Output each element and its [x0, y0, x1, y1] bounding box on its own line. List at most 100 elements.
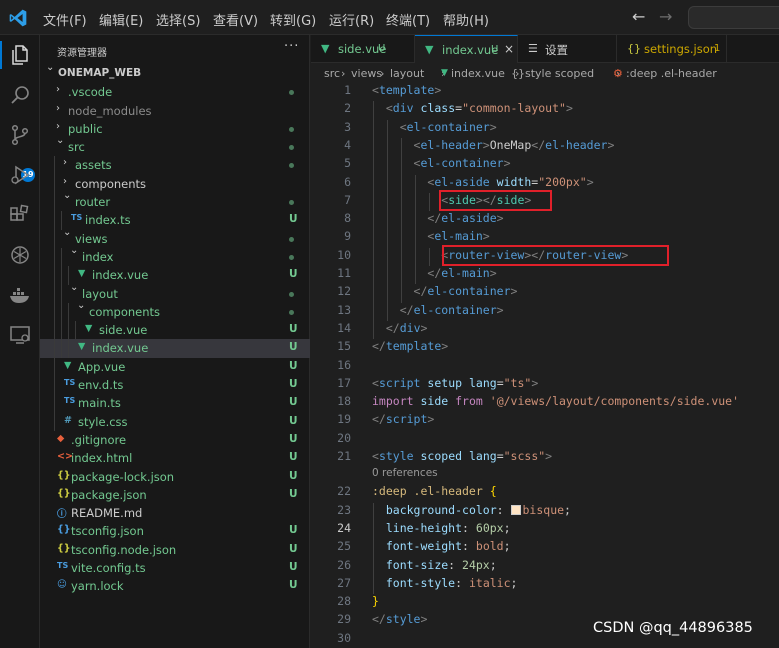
more-actions-icon[interactable]: ··· [284, 39, 299, 54]
chevron-right-icon[interactable]: › [56, 103, 60, 114]
tree-item[interactable]: ▼ index.vue U [40, 339, 310, 358]
git-untracked-flag: U [289, 432, 298, 445]
tree-item[interactable]: ⌄ src [40, 135, 310, 156]
run-debug-icon[interactable] [8, 163, 32, 187]
tree-item[interactable]: › components [40, 174, 310, 194]
breadcrumb-item[interactable]: index.vue [451, 67, 505, 80]
tree-item[interactable]: ☺ yarn.lock U [40, 577, 310, 595]
menu-item[interactable]: 转到(G) [270, 10, 316, 29]
settings-icon: ☰ [528, 42, 538, 55]
tree-item[interactable]: ▼ App.vue U [40, 357, 310, 377]
tree-item[interactable]: ⓘ README.md [40, 504, 310, 522]
menu-item[interactable]: 文件(F) [43, 10, 87, 29]
tree-item[interactable]: <> index.html U [40, 449, 310, 467]
command-center-search[interactable] [688, 6, 779, 29]
breadcrumb-item[interactable]: views [351, 67, 382, 80]
tree-item[interactable]: › .vscode [40, 83, 310, 101]
chevron-down-icon[interactable]: ⌄ [70, 282, 78, 293]
code-token: : [448, 557, 463, 572]
tree-item[interactable]: {} tsconfig.json U [40, 522, 310, 540]
tree-item-label: package.json [71, 487, 147, 502]
breadcrumb-item[interactable]: :deep .el-header [626, 67, 717, 80]
tree-item[interactable]: TS vite.config.ts U [40, 559, 310, 577]
color-swatch[interactable] [510, 504, 521, 515]
editor-tab[interactable]: {} settings.json 1 [617, 35, 727, 63]
tree-item[interactable]: # style.css U [40, 412, 310, 431]
tree-item[interactable]: TS index.ts U [40, 211, 310, 230]
indent-guide [61, 339, 62, 358]
breadcrumb-item[interactable]: layout [390, 67, 424, 80]
chevron-down-icon[interactable]: ⌄ [63, 227, 71, 238]
source-control-icon[interactable] [8, 123, 32, 147]
tree-item[interactable]: ⌄ router [40, 190, 310, 212]
tree-item[interactable]: {} package-lock.json U [40, 468, 310, 486]
docker-icon[interactable] [8, 283, 32, 307]
file-tree: ⌄ ONEMAP_WEB › .vscode › node_modules › public ⌄… [40, 62, 310, 596]
code-token: "common-layout" [462, 101, 566, 116]
files-icon[interactable] [8, 43, 32, 67]
editor-tab[interactable]: ▼ index.vue U × [415, 35, 518, 63]
tree-item[interactable]: ◆ .gitignore U [40, 431, 310, 449]
indent-guide [54, 174, 55, 194]
menu-item[interactable]: 选择(S) [156, 10, 200, 29]
menu-item[interactable]: 运行(R) [329, 10, 374, 29]
code-token: </ [372, 612, 386, 627]
tree-item[interactable]: TS env.d.ts U [40, 376, 310, 395]
git-untracked-flag: U [289, 561, 298, 574]
code-token: font-size [385, 557, 449, 572]
codelens-references[interactable]: 0 references [372, 467, 438, 479]
tree-item[interactable]: ▼ side.vue U [40, 321, 310, 340]
code-token: > [427, 412, 435, 427]
code-line: </script> [372, 412, 434, 426]
tree-item[interactable]: ▼ index.vue U [40, 266, 310, 285]
chevron-down-icon[interactable]: ⌄ [77, 300, 85, 311]
indent-guide [61, 321, 62, 340]
chevron-right-icon[interactable]: › [63, 176, 67, 187]
chatgpt-icon[interactable] [8, 243, 32, 267]
breadcrumb-item[interactable]: style scoped [525, 67, 594, 80]
menu-item[interactable]: 帮助(H) [443, 10, 489, 29]
project-root[interactable]: ⌄ ONEMAP_WEB [40, 62, 310, 83]
chevron-right-icon[interactable]: › [56, 121, 60, 132]
line-number: 8 [344, 211, 351, 226]
chevron-down-icon[interactable]: ⌄ [46, 62, 54, 73]
code-token: </ [427, 266, 442, 280]
git-untracked-flag: U [289, 487, 298, 500]
code-token: lang [468, 449, 497, 463]
tree-item[interactable]: TS main.ts U [40, 394, 310, 413]
code-token: </ [413, 284, 428, 299]
chevron-right-icon[interactable]: › [56, 84, 60, 95]
git-untracked-flag: U [289, 469, 298, 482]
arrow-left-icon[interactable]: ← [632, 7, 645, 26]
chevron-down-icon[interactable]: ⌄ [56, 135, 64, 146]
chevron-down-icon[interactable]: ⌄ [70, 245, 78, 256]
git-untracked-flag: U [289, 213, 298, 226]
code-token: template [385, 339, 442, 354]
menu-item[interactable]: 编辑(E) [99, 10, 143, 29]
tree-item[interactable]: ⌄ components [40, 300, 310, 322]
breadcrumb-item[interactable]: src [324, 67, 340, 80]
tree-item[interactable]: {} package.json U [40, 486, 310, 504]
close-icon[interactable]: × [504, 42, 514, 56]
search-icon[interactable] [8, 83, 32, 107]
arrow-right-icon[interactable]: → [659, 7, 672, 26]
extensions-icon[interactable] [8, 203, 32, 227]
tree-item[interactable]: {} tsconfig.node.json U [40, 541, 310, 559]
git-untracked-flag: U [289, 396, 298, 409]
menu-item[interactable]: 查看(V) [213, 10, 258, 29]
menu-item[interactable]: 终端(T) [386, 10, 430, 29]
tree-item[interactable]: ⌄ views [40, 227, 310, 248]
code-token: ; [510, 575, 518, 590]
code-token: </ [372, 339, 386, 354]
editor-tab[interactable]: ☰ 设置 [518, 35, 617, 63]
chevron-down-icon[interactable]: ⌄ [63, 190, 71, 201]
tree-item-label: vite.config.ts [71, 561, 146, 576]
tree-item[interactable]: › public [40, 120, 310, 138]
editor-tab[interactable]: ▼ side.vue U [311, 35, 415, 63]
tree-item[interactable]: › node_modules [40, 102, 310, 120]
tree-item[interactable]: ⌄ index [40, 245, 310, 267]
chevron-right-icon[interactable]: › [63, 157, 67, 168]
remote-explorer-icon[interactable] [8, 323, 32, 347]
tree-item[interactable]: › assets [40, 156, 310, 175]
code-token: width [496, 174, 532, 189]
